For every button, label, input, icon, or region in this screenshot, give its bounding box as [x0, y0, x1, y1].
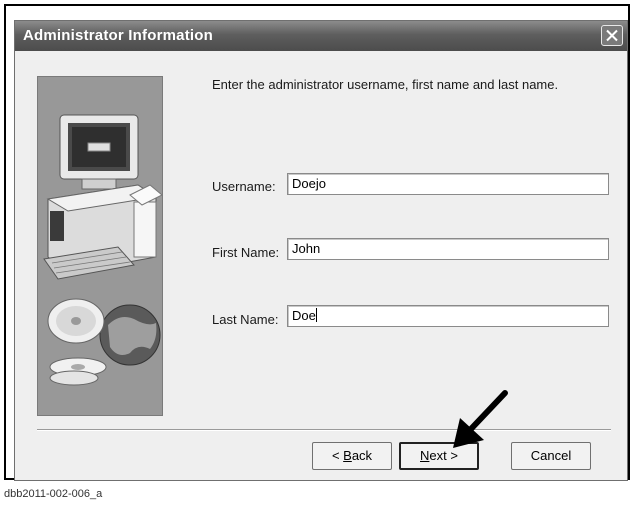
close-button[interactable]: [601, 25, 623, 46]
window-title: Administrator Information: [23, 27, 214, 44]
first-name-label: First Name:: [212, 245, 280, 260]
first-name-field[interactable]: John: [287, 238, 609, 260]
figure-caption: dbb2011-002-006_a: [4, 488, 103, 500]
username-label: Username:: [212, 179, 276, 194]
setup-illustration: [37, 76, 163, 416]
next-button[interactable]: Next >: [399, 442, 479, 470]
last-name-field[interactable]: Doe: [287, 305, 609, 327]
computer-cd-globe-illustration: [43, 114, 163, 386]
last-name-value: Doe: [292, 308, 316, 323]
title-bar[interactable]: Administrator Information: [15, 21, 627, 51]
cancel-button[interactable]: Cancel: [511, 442, 591, 470]
last-name-label: Last Name:: [212, 312, 279, 327]
text-caret: [315, 308, 317, 322]
instruction-text: Enter the administrator username, first …: [212, 77, 559, 92]
back-button[interactable]: < Back: [312, 442, 392, 470]
username-field[interactable]: Doejo: [287, 173, 609, 195]
administrator-information-dialog: Administrator Information Enter the admi…: [14, 20, 628, 481]
button-separator: [37, 429, 611, 431]
close-icon: [606, 29, 618, 42]
